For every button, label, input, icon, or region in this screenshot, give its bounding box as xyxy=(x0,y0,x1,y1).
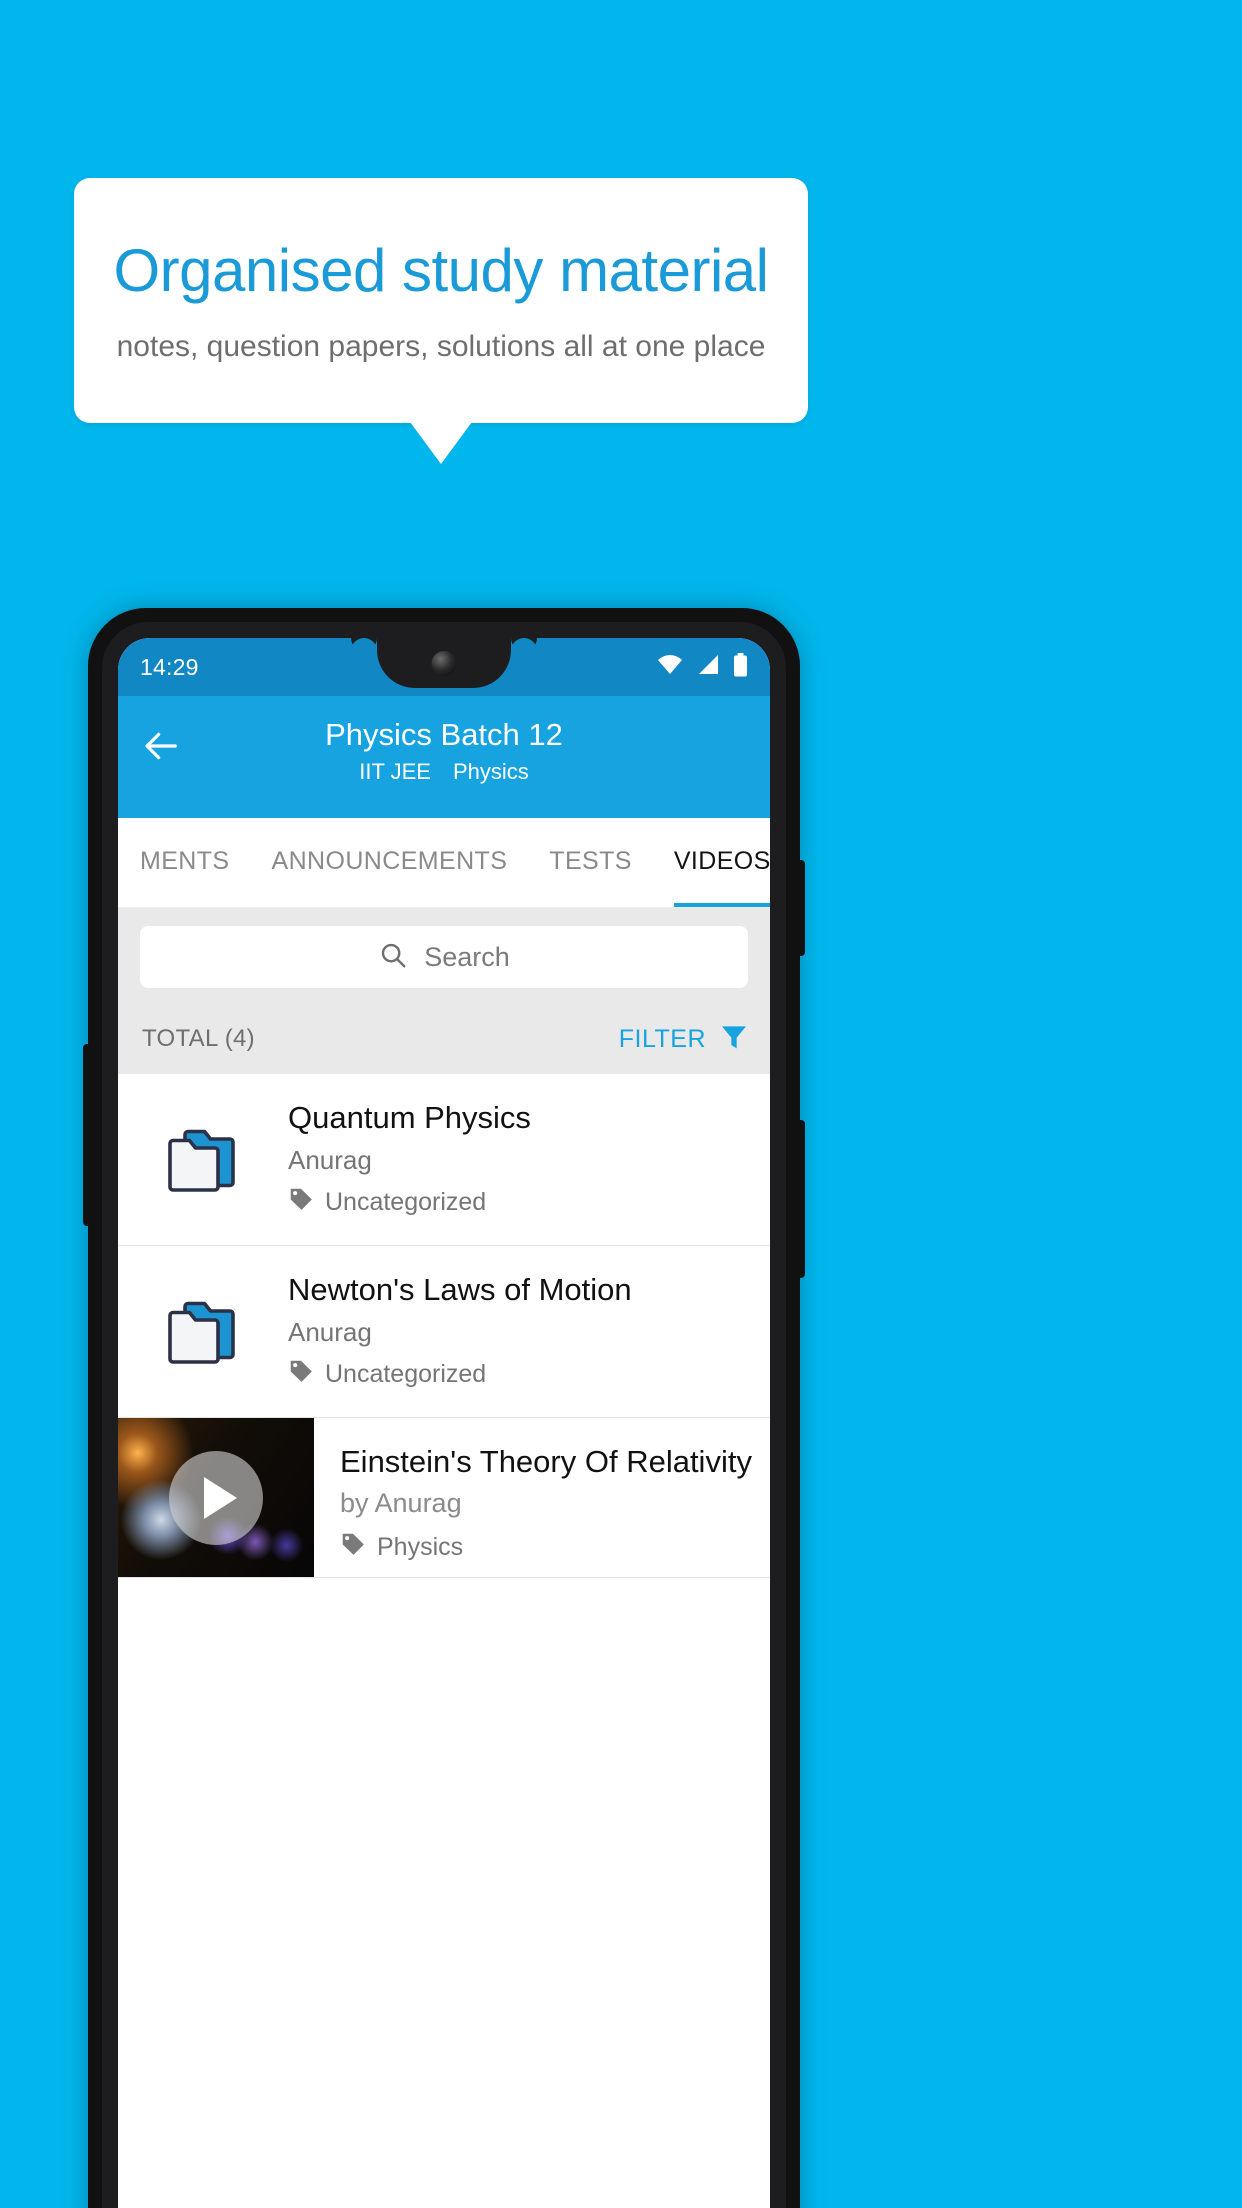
list-item-title: Einstein's Theory Of Relativity xyxy=(340,1444,752,1479)
filter-funnel-icon xyxy=(718,1021,750,1058)
breadcrumb: IIT JEE Physics xyxy=(118,759,770,785)
tab-ments[interactable]: MENTS xyxy=(140,818,230,907)
battery-icon xyxy=(733,652,748,682)
search-placeholder: Search xyxy=(424,941,510,972)
breadcrumb-subject: Physics xyxy=(452,759,529,785)
back-arrow-icon[interactable] xyxy=(142,726,182,766)
wifi-icon xyxy=(657,654,683,680)
tab-tests[interactable]: TESTS xyxy=(549,818,632,907)
total-count-label: TOTAL (4) xyxy=(142,1025,255,1052)
list-item-tag: Uncategorized xyxy=(288,1358,756,1391)
promo-callout-tail xyxy=(410,422,472,464)
tag-icon xyxy=(288,1358,314,1391)
status-icons xyxy=(657,652,748,682)
list-item-author: by Anurag xyxy=(340,1488,462,1518)
results-meta-bar: TOTAL (4) FILTER xyxy=(118,1004,770,1074)
front-camera-icon xyxy=(431,651,457,676)
filter-button[interactable]: FILTER xyxy=(619,1021,758,1058)
camera-notch xyxy=(377,638,511,688)
list-item-text: Quantum Physics Anurag Uncategorized xyxy=(288,1100,770,1219)
folder-icon xyxy=(118,1296,288,1368)
folder-icon xyxy=(118,1124,288,1196)
list-item-title: Newton's Laws of Motion xyxy=(288,1272,632,1307)
power-button[interactable] xyxy=(796,860,805,956)
tag-icon xyxy=(340,1531,366,1564)
phone-screen: 14:29 Physics Batch 12 IIT JEE Physics M… xyxy=(118,638,770,2208)
phone-device-frame: 14:29 Physics Batch 12 IIT JEE Physics M… xyxy=(83,608,805,2208)
play-icon[interactable] xyxy=(169,1450,263,1545)
list-item-text: Einstein's Theory Of Relativity by Anura… xyxy=(314,1418,770,1577)
app-bar: Physics Batch 12 IIT JEE Physics xyxy=(118,696,770,818)
search-icon xyxy=(378,940,408,975)
list-item[interactable]: Quantum Physics Anurag Uncategorized xyxy=(118,1074,770,1246)
breadcrumb-course: IIT JEE xyxy=(359,759,431,785)
tag-label: Physics xyxy=(377,1533,464,1561)
assistant-button[interactable] xyxy=(83,1044,92,1226)
filter-label: FILTER xyxy=(618,1024,706,1053)
status-time: 14:29 xyxy=(140,653,199,680)
list-item[interactable]: Newton's Laws of Motion Anurag Uncategor… xyxy=(118,1246,770,1418)
signal-icon xyxy=(696,654,720,680)
list-item-text: Newton's Laws of Motion Anurag Uncategor… xyxy=(288,1272,770,1391)
tag-label: Uncategorized xyxy=(325,1188,487,1216)
list-item-tag: Uncategorized xyxy=(288,1186,756,1219)
promo-subtitle: notes, question papers, solutions all at… xyxy=(116,329,766,363)
tab-bar: MENTS ANNOUNCEMENTS TESTS VIDEOS xyxy=(118,818,770,908)
tag-label: Uncategorized xyxy=(325,1360,487,1388)
list-item-tag: Physics xyxy=(340,1531,756,1564)
list-item-author: Anurag xyxy=(288,1145,372,1175)
list-item-title: Quantum Physics xyxy=(288,1100,531,1135)
tag-icon xyxy=(288,1186,314,1219)
page-title: Physics Batch 12 xyxy=(325,717,563,752)
video-list: Quantum Physics Anurag Uncategorized New… xyxy=(118,1074,770,1578)
promo-callout-card: Organised study material notes, question… xyxy=(74,178,808,423)
volume-button[interactable] xyxy=(796,1120,805,1278)
promo-title: Organised study material xyxy=(113,236,769,304)
tab-videos[interactable]: VIDEOS xyxy=(673,818,770,907)
video-thumbnail[interactable] xyxy=(118,1418,314,1577)
play-triangle xyxy=(204,1476,237,1519)
list-item[interactable]: Einstein's Theory Of Relativity by Anura… xyxy=(118,1418,770,1578)
tab-announcements[interactable]: ANNOUNCEMENTS xyxy=(272,818,508,907)
search-section: Search xyxy=(118,908,770,1004)
list-item-author: Anurag xyxy=(288,1317,372,1347)
search-input[interactable]: Search xyxy=(140,926,748,988)
status-bar: 14:29 xyxy=(118,638,770,696)
